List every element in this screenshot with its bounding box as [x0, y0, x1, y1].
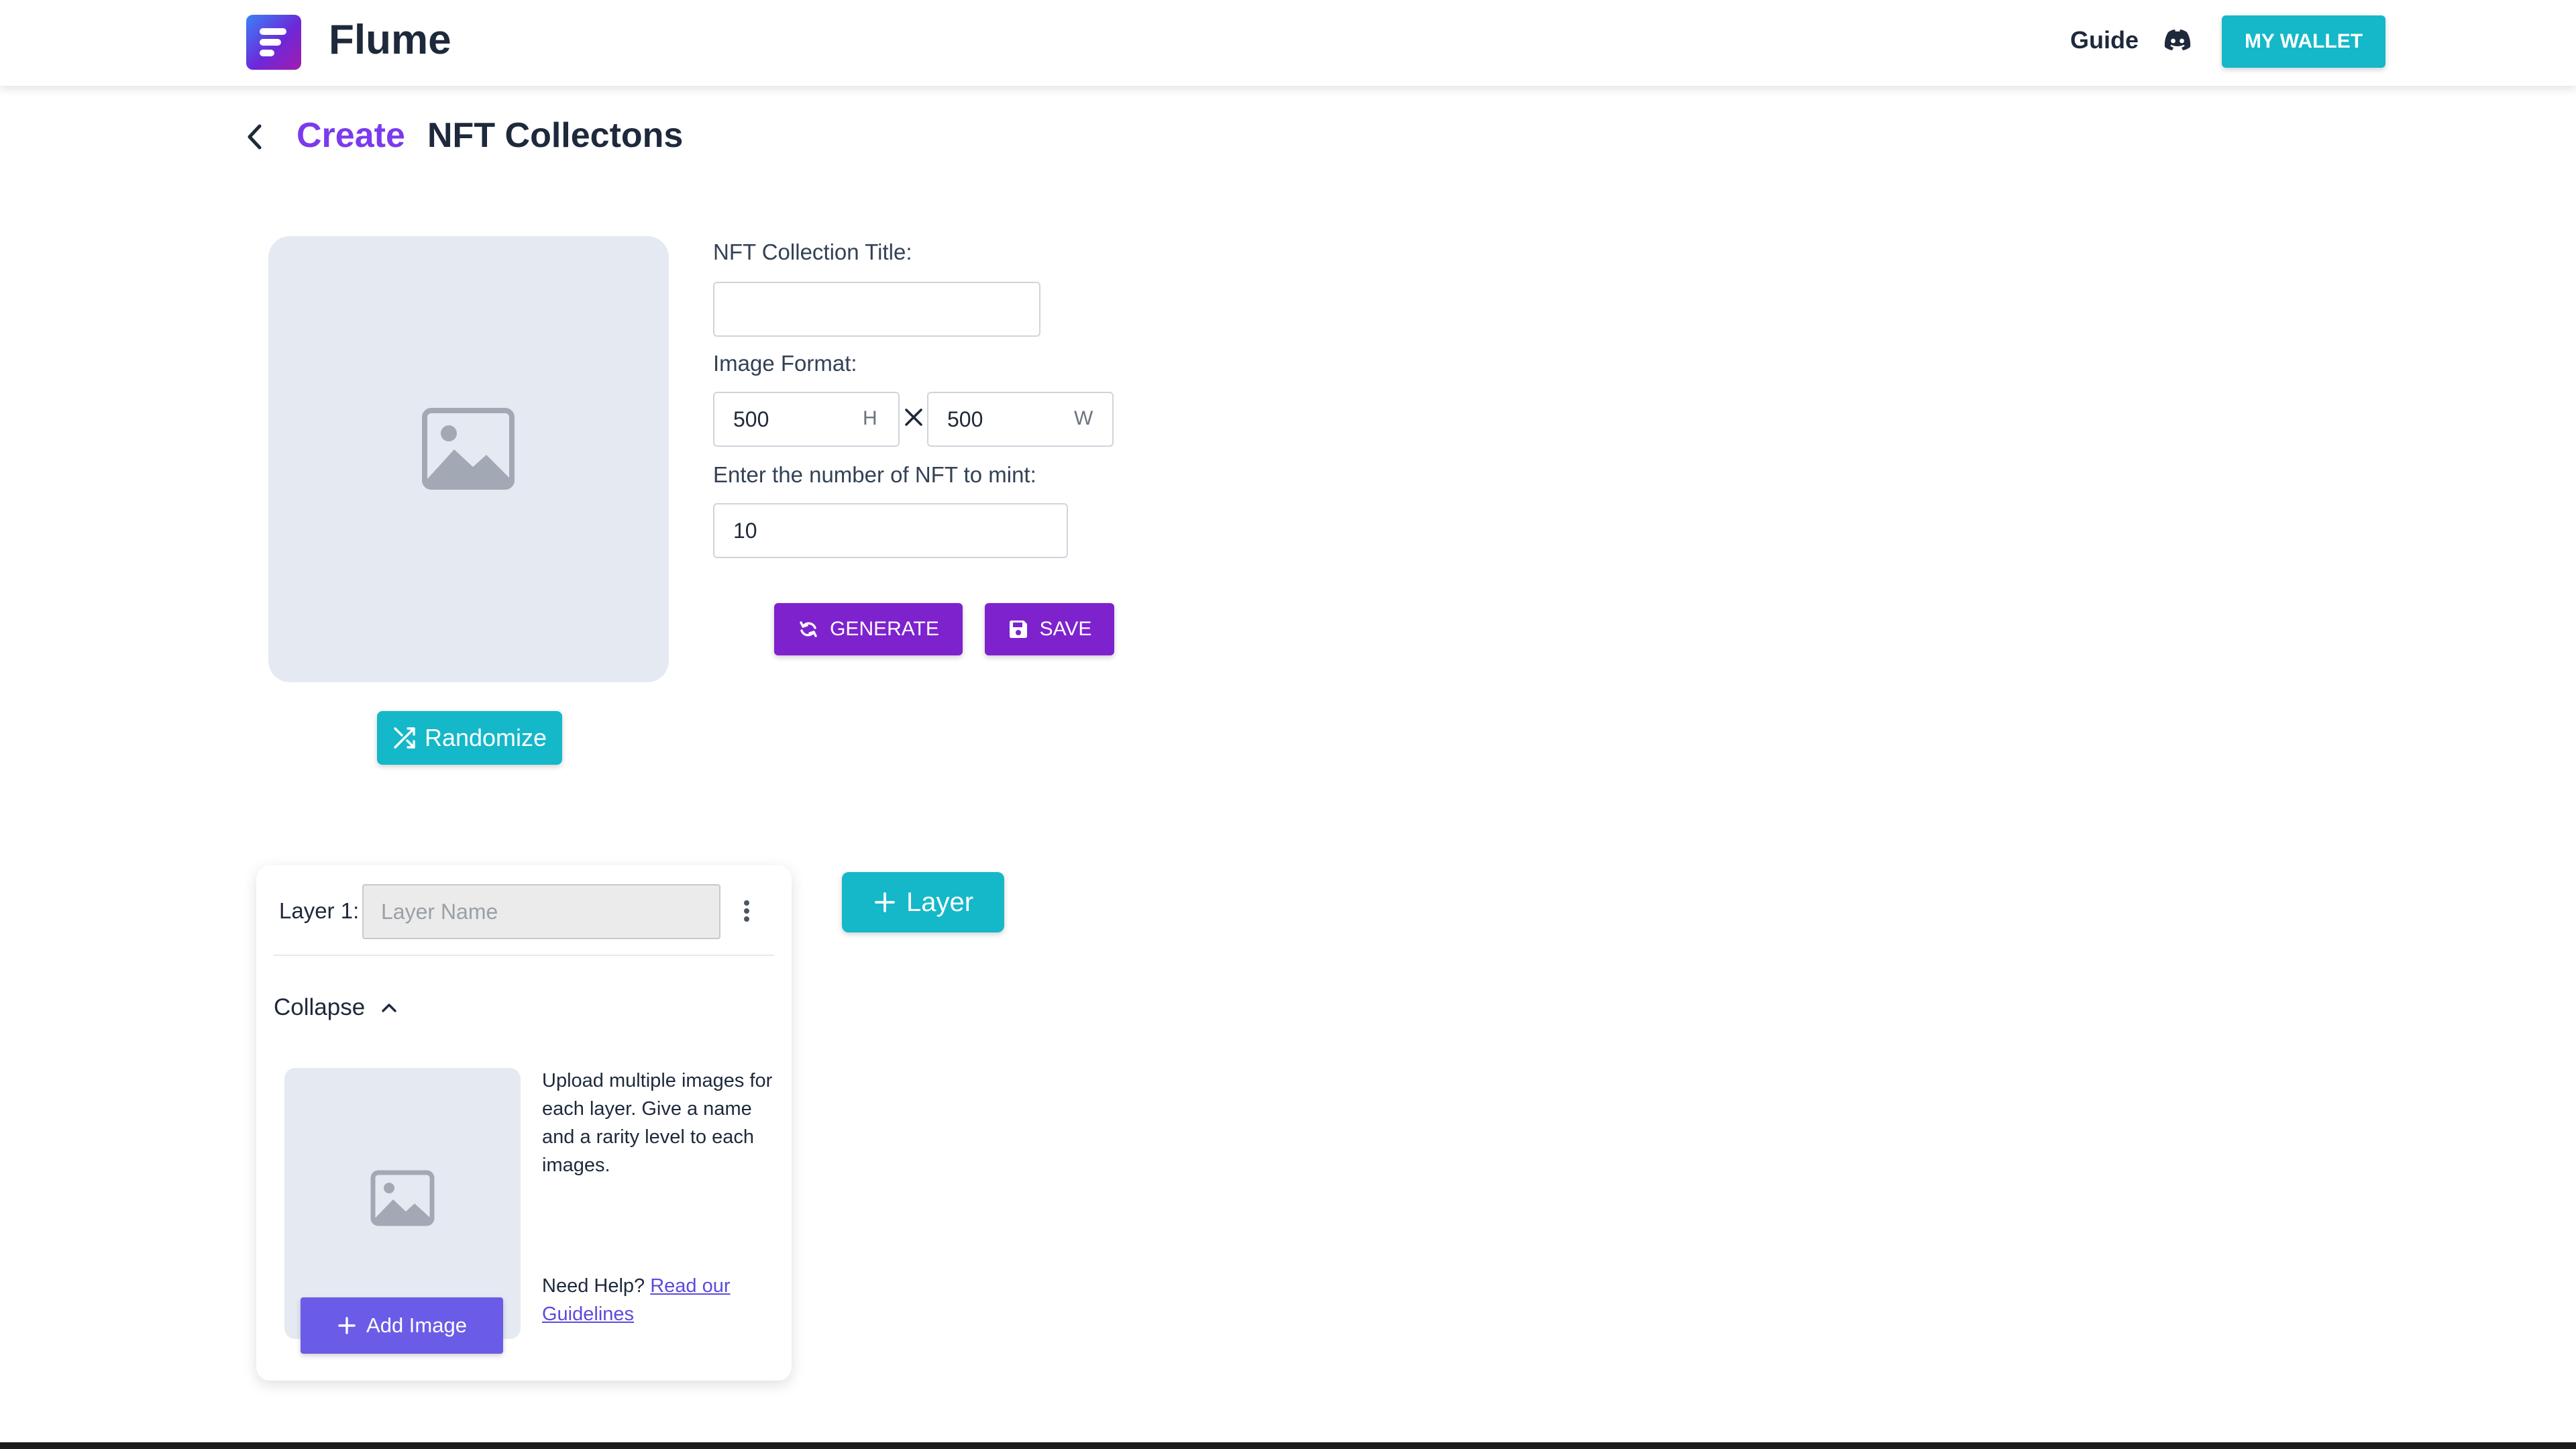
collapse-label: Collapse — [274, 994, 366, 1020]
add-image-button[interactable]: Add Image — [301, 1297, 503, 1354]
page-title: NFT Collectons — [427, 116, 684, 155]
width-suffix: W — [1074, 407, 1093, 429]
page-title-create: Create — [297, 116, 405, 155]
image-placeholder-icon — [422, 408, 515, 490]
logo-bar — [260, 50, 274, 56]
layer-divider — [274, 955, 774, 956]
app-root: Flume Guide MY WALLET Create NFT Collect… — [0, 0, 2576, 1449]
logo-bar — [260, 28, 286, 35]
collection-title-label: NFT Collection Title: — [713, 239, 912, 264]
collection-title-input[interactable] — [713, 282, 1040, 337]
image-format-label: Image Format: — [713, 351, 857, 376]
top-header: Flume Guide MY WALLET — [0, 0, 2576, 86]
layer-name-input[interactable] — [362, 884, 720, 939]
mint-count-label: Enter the number of NFT to mint: — [713, 462, 1036, 487]
image-placeholder-icon — [370, 1170, 435, 1226]
refresh-icon — [800, 621, 817, 637]
layer-card: Layer 1: Collapse Add Im — [256, 865, 792, 1381]
generate-label: GENERATE — [830, 618, 939, 640]
randomize-label: Randomize — [424, 724, 547, 751]
save-label: SAVE — [1039, 618, 1092, 640]
height-suffix: H — [863, 407, 877, 429]
chevron-left-icon[interactable] — [241, 121, 268, 153]
add-layer-label: Layer — [906, 887, 974, 917]
mint-count-input[interactable] — [713, 503, 1068, 558]
multiply-icon — [905, 409, 922, 426]
more-options-icon[interactable] — [737, 890, 757, 932]
bottom-edge-bar — [0, 1442, 2576, 1449]
discord-icon[interactable] — [2163, 28, 2192, 52]
plus-icon — [338, 1317, 356, 1334]
logo-bar — [260, 39, 281, 46]
collapse-toggle[interactable]: Collapse — [274, 993, 398, 1022]
shuffle-icon — [394, 727, 415, 749]
chevron-up-icon — [382, 1004, 396, 1012]
add-layer-button[interactable]: Layer — [842, 872, 1004, 932]
layer-label: Layer 1: — [279, 898, 360, 923]
nav-guide-link[interactable]: Guide — [2070, 24, 2139, 56]
generate-button[interactable]: GENERATE — [774, 603, 963, 655]
save-button[interactable]: SAVE — [985, 603, 1114, 655]
add-image-label: Add Image — [366, 1313, 467, 1337]
nft-preview-box — [268, 236, 669, 682]
plus-icon — [875, 892, 895, 912]
my-wallet-button[interactable]: MY WALLET — [2222, 15, 2385, 68]
upload-instructions: Upload multiple images for each layer. G… — [542, 1070, 773, 1176]
help-text: Need Help? Read our Guidelines — [542, 1272, 777, 1328]
save-icon — [1009, 621, 1027, 638]
flume-logo-icon[interactable] — [246, 15, 301, 70]
brand-name[interactable]: Flume — [329, 16, 451, 64]
help-prefix: Need Help? — [542, 1275, 645, 1297]
randomize-button[interactable]: Randomize — [377, 711, 562, 765]
